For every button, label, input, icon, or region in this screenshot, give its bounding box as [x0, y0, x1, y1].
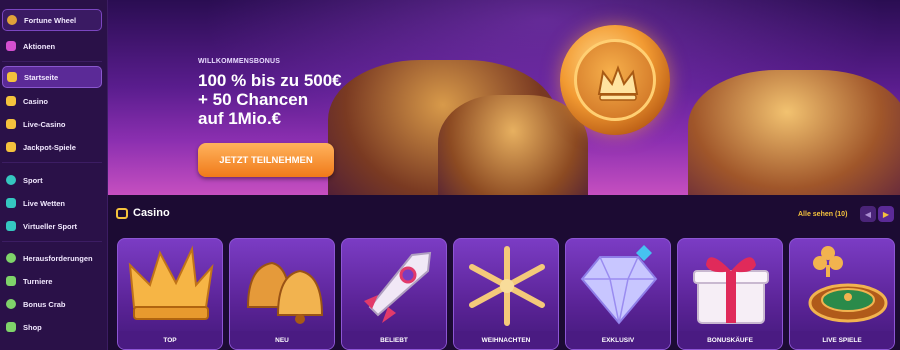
section-title: Casino	[133, 207, 170, 219]
chevron-right-icon: ▶	[882, 209, 890, 219]
category-card-beliebt[interactable]: BELIEBT	[341, 238, 447, 350]
sidebar-item-label: Bonus Crab	[23, 299, 66, 309]
sidebar-item-virtueller-sport[interactable]: Virtueller Sport	[2, 215, 102, 237]
fortune-wheel-icon	[7, 15, 17, 25]
crown-coin-icon	[560, 25, 670, 135]
sidebar-item-label: Jackpot-Spiele	[23, 142, 76, 152]
see-all-link[interactable]: Alle sehen (10)	[798, 211, 847, 218]
sidebar-item-herausforderungen[interactable]: Herausforderungen	[2, 247, 102, 269]
roulette-icon	[808, 246, 888, 323]
chevron-left-icon: ◀	[864, 209, 872, 219]
category-card-exklusiv[interactable]: EXKLUSIV	[565, 238, 671, 350]
crab-icon	[6, 299, 16, 309]
sidebar-item-label: Turniere	[23, 276, 53, 286]
coin-pile-middle	[438, 95, 588, 195]
crown-icon	[128, 245, 214, 320]
diamond-icon	[580, 245, 658, 325]
category-label: TOP	[118, 331, 222, 349]
sidebar-item-turniere[interactable]: Turniere	[2, 270, 102, 292]
category-card-top[interactable]: TOP	[117, 238, 223, 350]
live-casino-icon	[6, 119, 16, 129]
sidebar-item-label: Startseite	[24, 72, 59, 82]
sidebar-item-label: Fortune Wheel	[24, 15, 77, 25]
trophy-icon	[6, 276, 16, 286]
bell-icon	[246, 261, 324, 324]
virtual-sport-icon	[6, 221, 16, 231]
sidebar-item-casino[interactable]: Casino	[2, 90, 102, 112]
sidebar-item-label: Casino	[23, 96, 49, 106]
gift-icon	[6, 41, 16, 51]
gift-box-icon	[693, 257, 769, 324]
sidebar-item-sport[interactable]: Sport	[2, 169, 102, 191]
category-card-neu[interactable]: NEU	[229, 238, 335, 350]
sidebar-item-live-casino[interactable]: Live-Casino	[2, 113, 102, 135]
sidebar-item-label: Virtueller Sport	[23, 221, 78, 231]
sidebar-item-label: Live Wetten	[23, 198, 65, 208]
crown-icon	[597, 65, 639, 101]
hero-text: WILLKOMMENSBONUS 100 % bis zu 500€ + 50 …	[198, 58, 378, 128]
challenge-icon	[6, 253, 16, 263]
divider	[2, 61, 102, 62]
live-bet-icon	[6, 198, 16, 208]
rocket-icon	[364, 251, 432, 323]
divider	[2, 162, 102, 163]
sidebar-item-jackpot-spiele[interactable]: Jackpot-Spiele	[2, 136, 102, 158]
category-label: BONUSKÄUFE	[678, 331, 782, 349]
jackpot-icon	[6, 142, 16, 152]
hero-headline: 100 % bis zu 500€ + 50 Chancen auf 1Mio.…	[198, 71, 378, 128]
sidebar-item-live-wetten[interactable]: Live Wetten	[2, 192, 102, 214]
sidebar-item-label: Shop	[23, 322, 42, 332]
home-icon	[7, 72, 17, 82]
join-now-button[interactable]: JETZT TEILNEHMEN	[198, 143, 334, 177]
sidebar-item-label: Aktionen	[23, 41, 56, 51]
category-label: NEU	[230, 331, 334, 349]
category-label: EXKLUSIV	[566, 331, 670, 349]
carousel-prev-button[interactable]: ◀	[860, 206, 876, 222]
hero-headline-line: + 50 Chancen	[198, 90, 309, 109]
coin-pile-right	[688, 70, 900, 195]
hero-eyebrow: WILLKOMMENSBONUS	[198, 58, 281, 65]
casino-app: Fortune Wheel Aktionen Startseite Casino…	[0, 0, 900, 350]
category-label: WEIHNACHTEN	[454, 331, 558, 349]
category-card-weihnachten[interactable]: WEIHNACHTEN	[453, 238, 559, 350]
sidebar-item-bonus-crab[interactable]: Bonus Crab	[2, 293, 102, 315]
slot-icon	[6, 96, 16, 106]
casino-section-header: Casino	[116, 207, 170, 219]
category-label: LIVE SPIELE	[790, 331, 894, 349]
sport-icon	[6, 175, 16, 185]
divider	[2, 241, 102, 242]
slot-icon	[116, 207, 128, 219]
sidebar-item-label: Herausforderungen	[23, 253, 93, 263]
sidebar: Fortune Wheel Aktionen Startseite Casino…	[0, 0, 108, 350]
category-label: BELIEBT	[342, 331, 446, 349]
hero-headline-line: 100 % bis zu 500€	[198, 71, 342, 90]
hero-banner[interactable]: WILLKOMMENSBONUS 100 % bis zu 500€ + 50 …	[108, 0, 900, 195]
carousel-next-button[interactable]: ▶	[878, 206, 894, 222]
sidebar-item-label: Live-Casino	[23, 119, 66, 129]
sidebar-item-shop[interactable]: Shop	[2, 316, 102, 338]
crown-coin-face	[574, 39, 656, 121]
hero-headline-line: auf 1Mio.€	[198, 109, 282, 128]
sidebar-item-startseite[interactable]: Startseite	[2, 66, 102, 88]
sidebar-item-label: Sport	[23, 175, 43, 185]
sidebar-item-aktionen[interactable]: Aktionen	[2, 35, 102, 57]
sidebar-item-fortune-wheel[interactable]: Fortune Wheel	[2, 9, 102, 31]
shop-icon	[6, 322, 16, 332]
category-card-live-spiele[interactable]: LIVE SPIELE	[789, 238, 895, 350]
category-card-bonuskaeufe[interactable]: BONUSKÄUFE	[677, 238, 783, 350]
snowflake-icon	[469, 246, 545, 326]
